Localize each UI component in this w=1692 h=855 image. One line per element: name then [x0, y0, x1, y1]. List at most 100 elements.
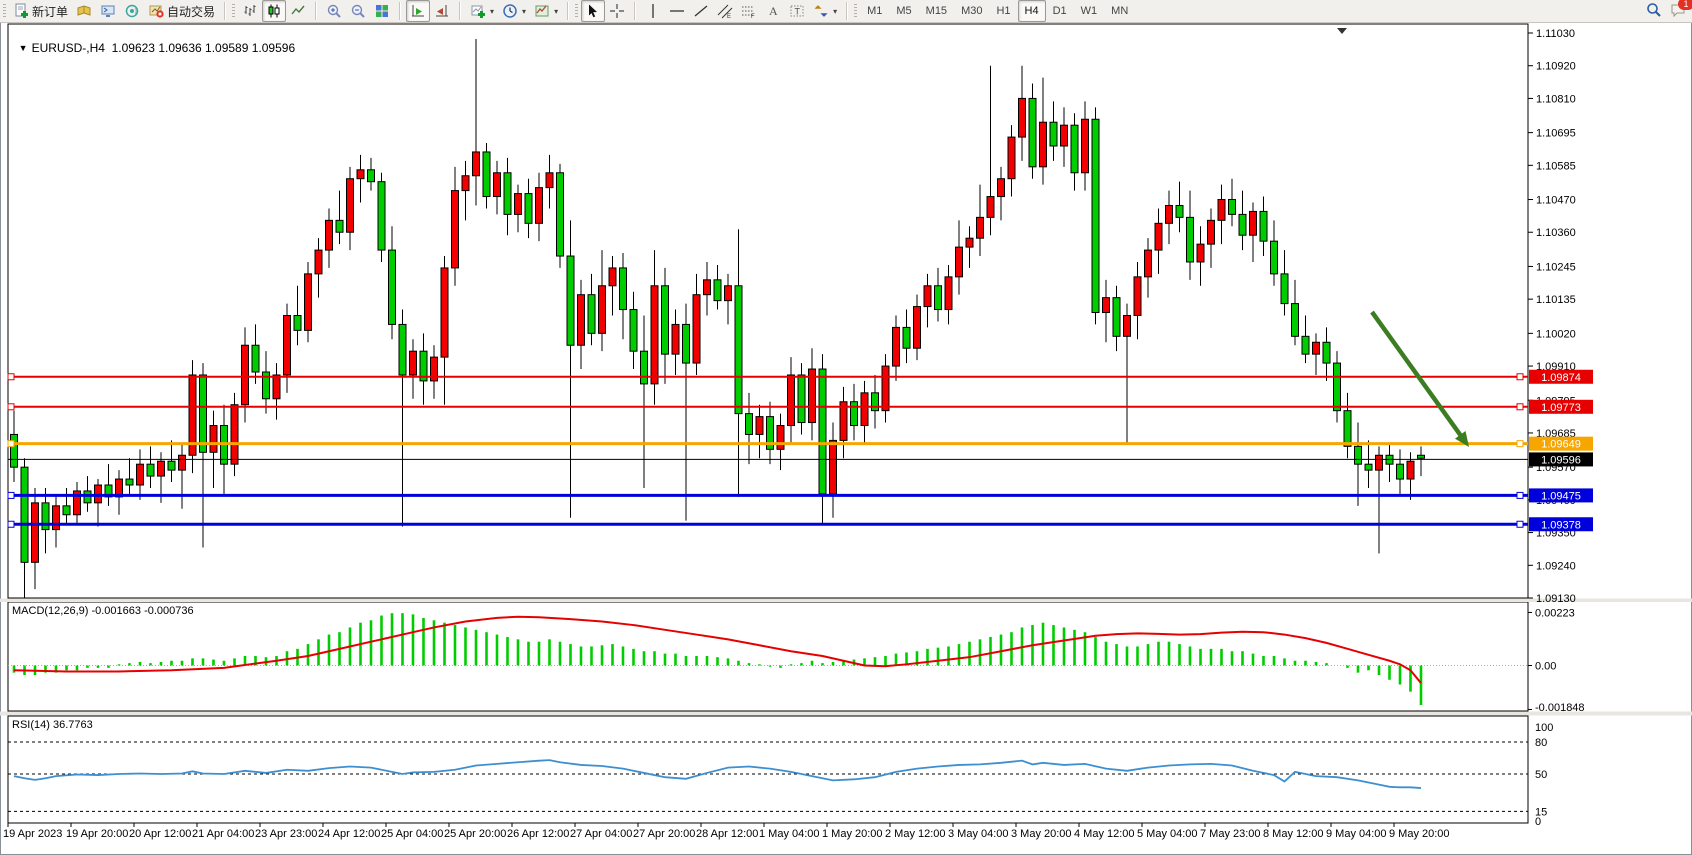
- market-watch-icon: [76, 3, 92, 19]
- zoom-out-button[interactable]: [346, 0, 370, 22]
- zoom-in-button[interactable]: [322, 0, 346, 22]
- market-watch-button[interactable]: [72, 0, 96, 22]
- toolbar-separator: [634, 2, 636, 20]
- terminal-button[interactable]: [96, 0, 120, 22]
- crosshair-button[interactable]: [605, 0, 629, 22]
- svg-text:24 Apr 12:00: 24 Apr 12:00: [318, 828, 380, 840]
- timeframe-h1[interactable]: H1: [989, 0, 1017, 22]
- bar-chart-button[interactable]: [238, 0, 262, 22]
- equidistant-channel-icon: E: [717, 3, 733, 19]
- svg-text:1.10810: 1.10810: [1536, 93, 1576, 105]
- svg-text:1.09773: 1.09773: [1541, 402, 1581, 414]
- horizontal-line-button[interactable]: [665, 0, 689, 22]
- timeframe-h4[interactable]: H4: [1018, 0, 1046, 22]
- auto-scroll-button[interactable]: [406, 0, 430, 22]
- fibonacci-button[interactable]: F: [737, 0, 761, 22]
- svg-text:2 May 12:00: 2 May 12:00: [885, 828, 946, 840]
- panel-separator[interactable]: [0, 599, 1692, 603]
- svg-text:25 Apr 20:00: 25 Apr 20:00: [444, 828, 506, 840]
- svg-text:A: A: [769, 4, 778, 18]
- toolbar-grip[interactable]: [575, 4, 578, 18]
- vertical-line-icon: [645, 3, 661, 19]
- notifications-button[interactable]: 1: [1670, 2, 1688, 21]
- symbol-ohlc-readout: ▼EURUSD-,H4 1.09623 1.09636 1.09589 1.09…: [12, 27, 295, 55]
- arrows-button[interactable]: ▾: [809, 0, 841, 22]
- zoom-out-icon: [350, 3, 366, 19]
- svg-text:1.11030: 1.11030: [1536, 28, 1575, 40]
- timeframe-d1[interactable]: D1: [1046, 0, 1074, 22]
- trendline-button[interactable]: [689, 0, 713, 22]
- svg-text:9 May 04:00: 9 May 04:00: [1326, 828, 1387, 840]
- signals-icon: [124, 3, 140, 19]
- symbol-dropdown-arrow[interactable]: ▼: [19, 43, 28, 53]
- periods-button[interactable]: ▾: [498, 0, 530, 22]
- svg-text:1.09130: 1.09130: [1536, 593, 1576, 605]
- tile-windows-button[interactable]: [370, 0, 394, 22]
- svg-text:25 Apr 04:00: 25 Apr 04:00: [381, 828, 443, 840]
- toolbar-grip[interactable]: [232, 4, 235, 18]
- timeframe-m5[interactable]: M5: [889, 0, 918, 22]
- svg-text:5 May 04:00: 5 May 04:00: [1137, 828, 1198, 840]
- svg-text:19 Apr 2023: 19 Apr 2023: [3, 828, 62, 840]
- dropdown-caret: ▾: [490, 7, 494, 16]
- templates-button[interactable]: ▾: [530, 0, 562, 22]
- svg-text:1 May 04:00: 1 May 04:00: [759, 828, 820, 840]
- dropdown-caret: ▾: [522, 7, 526, 16]
- svg-text:0: 0: [1535, 816, 1541, 828]
- text-button[interactable]: A: [761, 0, 785, 22]
- svg-text:1.10695: 1.10695: [1536, 128, 1576, 140]
- main-toolbar: 新订单 自动交易 ▾ ▾ ▾: [0, 0, 1692, 23]
- svg-text:1.10920: 1.10920: [1536, 61, 1576, 73]
- svg-text:1.10585: 1.10585: [1536, 160, 1576, 172]
- autotrading-button[interactable]: 自动交易: [144, 0, 219, 22]
- horizontal-line-icon: [669, 3, 685, 19]
- svg-text:1.09378: 1.09378: [1541, 519, 1581, 531]
- timeframe-mn[interactable]: MN: [1104, 0, 1135, 22]
- search-icon[interactable]: [1646, 2, 1662, 21]
- vertical-line-button[interactable]: [641, 0, 665, 22]
- panel-separator[interactable]: [0, 712, 1692, 716]
- toolbar-grip[interactable]: [3, 4, 6, 18]
- timeframe-m30[interactable]: M30: [954, 0, 989, 22]
- new-order-label: 新订单: [32, 3, 68, 20]
- svg-text:50: 50: [1535, 769, 1547, 781]
- equidistant-channel-button[interactable]: E: [713, 0, 737, 22]
- toolbar-separator: [846, 2, 848, 20]
- svg-text:1.10245: 1.10245: [1536, 261, 1576, 273]
- line-chart-icon: [290, 3, 306, 19]
- toolbar-separator: [399, 2, 401, 20]
- line-chart-button[interactable]: [286, 0, 310, 22]
- fibonacci-icon: F: [741, 3, 757, 19]
- svg-text:E: E: [727, 14, 731, 19]
- svg-text:1.09874: 1.09874: [1541, 372, 1581, 384]
- indicators-button[interactable]: ▾: [466, 0, 498, 22]
- toolbar-grip[interactable]: [854, 4, 857, 18]
- chart-shift-icon: [434, 3, 450, 19]
- rsi-panel[interactable]: [8, 716, 1528, 823]
- text-label-button[interactable]: T: [785, 0, 809, 22]
- dropdown-caret: ▾: [833, 7, 837, 16]
- crosshair-icon: [609, 3, 625, 19]
- candlestick-chart-button[interactable]: [262, 0, 286, 22]
- svg-text:80: 80: [1535, 737, 1547, 749]
- svg-text:F: F: [751, 14, 755, 19]
- main-price-panel[interactable]: [8, 24, 1528, 598]
- svg-text:20 Apr 12:00: 20 Apr 12:00: [129, 828, 191, 840]
- timeframe-w1[interactable]: W1: [1074, 0, 1105, 22]
- macd-panel[interactable]: [8, 602, 1528, 711]
- svg-text:23 Apr 23:00: 23 Apr 23:00: [255, 828, 317, 840]
- new-order-icon: [13, 3, 29, 19]
- cursor-button[interactable]: [581, 0, 605, 22]
- timeframe-m1[interactable]: M1: [860, 0, 889, 22]
- svg-text:1.10020: 1.10020: [1536, 328, 1576, 340]
- timeframe-m15[interactable]: M15: [919, 0, 954, 22]
- periods-clock-icon: [502, 3, 518, 19]
- new-order-button[interactable]: 新订单: [9, 0, 72, 22]
- chart-shift-button[interactable]: [430, 0, 454, 22]
- time-axis[interactable]: 19 Apr 202319 Apr 20:0020 Apr 12:0021 Ap…: [3, 823, 1450, 840]
- signals-button[interactable]: [120, 0, 144, 22]
- toolbar-separator: [459, 2, 461, 20]
- svg-text:-0.001848: -0.001848: [1535, 702, 1585, 714]
- chart-canvas[interactable]: 1.110301.109201.108101.106951.105851.104…: [0, 0, 1692, 854]
- svg-text:1.09475: 1.09475: [1541, 490, 1581, 502]
